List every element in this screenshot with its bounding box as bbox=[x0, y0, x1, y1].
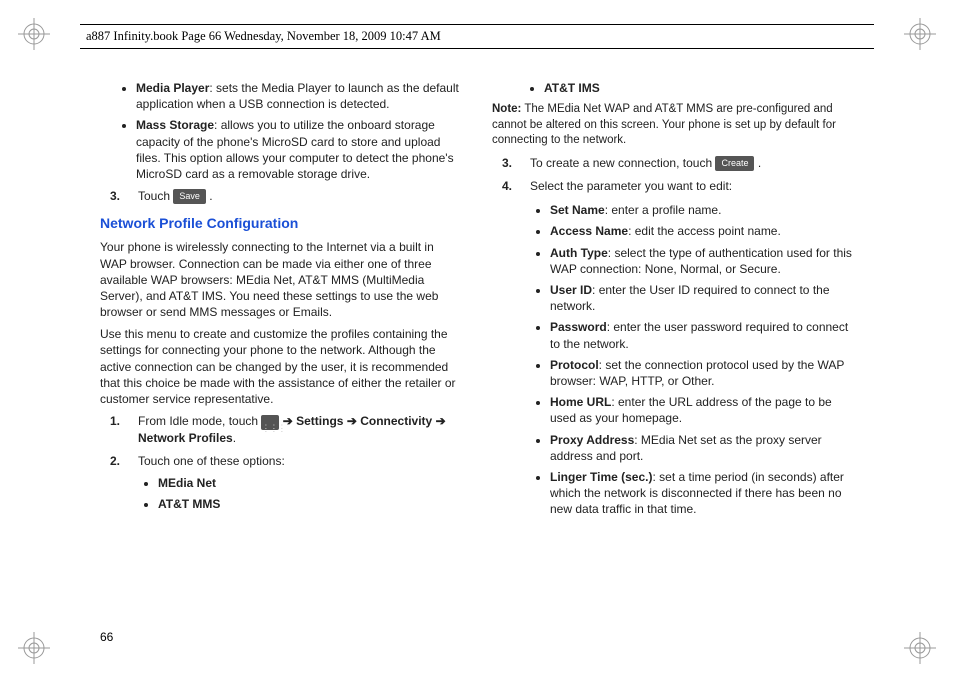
step-text: From Idle mode, touch bbox=[138, 414, 261, 428]
nav-connectivity: Connectivity bbox=[360, 414, 432, 428]
create-softkey-icon: Create bbox=[715, 156, 754, 171]
step-text: To create a new connection, touch bbox=[530, 156, 715, 170]
step-text-end: . bbox=[758, 156, 761, 170]
nav-settings: Settings bbox=[296, 414, 343, 428]
section-heading: Network Profile Configuration bbox=[100, 214, 462, 233]
menu-grid-icon bbox=[261, 415, 279, 430]
list-item: Media Player: sets the Media Player to l… bbox=[136, 80, 462, 112]
list-item: Set Name: enter a profile name. bbox=[550, 202, 854, 218]
body-paragraph: Your phone is wirelessly connecting to t… bbox=[100, 239, 462, 320]
left-column: Media Player: sets the Media Player to l… bbox=[100, 80, 462, 652]
registration-mark-icon bbox=[18, 18, 50, 50]
list-item: MEdia Net bbox=[158, 475, 462, 491]
list-item: Mass Storage: allows you to utilize the … bbox=[136, 117, 462, 182]
step-item: 2. Touch one of these options: MEdia Net… bbox=[110, 453, 462, 513]
list-item: Home URL: enter the URL address of the p… bbox=[550, 394, 854, 426]
list-item: Access Name: edit the access point name. bbox=[550, 223, 854, 239]
registration-mark-icon bbox=[904, 18, 936, 50]
list-item: User ID: enter the User ID required to c… bbox=[550, 282, 854, 314]
step-text: Touch bbox=[138, 189, 173, 203]
usb-options-list: Media Player: sets the Media Player to l… bbox=[100, 80, 462, 182]
step-item: 3. Touch Save . bbox=[110, 188, 462, 204]
nav-network-profiles: Network Profiles bbox=[138, 431, 233, 445]
step-item: 3. To create a new connection, touch Cre… bbox=[502, 155, 854, 171]
step-item: 1. From Idle mode, touch ➔ Settings ➔ Co… bbox=[110, 413, 462, 446]
step-item: 4. Select the parameter you want to edit… bbox=[502, 178, 854, 517]
step-number: 3. bbox=[502, 155, 512, 171]
arrow-icon: ➔ bbox=[347, 414, 360, 428]
step-number: 4. bbox=[502, 178, 512, 194]
save-softkey-icon: Save bbox=[173, 189, 206, 204]
step-text: Select the parameter you want to edit: bbox=[530, 179, 732, 193]
list-item: Auth Type: select the type of authentica… bbox=[550, 245, 854, 277]
list-item: AT&T IMS bbox=[544, 80, 854, 96]
list-item: AT&T MMS bbox=[158, 496, 462, 512]
step-number: 1. bbox=[110, 413, 120, 429]
page-header: a887 Infinity.book Page 66 Wednesday, No… bbox=[80, 24, 874, 49]
parameter-list: Set Name: enter a profile name. Access N… bbox=[530, 202, 854, 517]
note-block: Note: The MEdia Net WAP and AT&T MMS are… bbox=[492, 102, 854, 149]
list-item: Password: enter the user password requir… bbox=[550, 319, 854, 351]
page-number: 66 bbox=[100, 630, 113, 644]
right-column: AT&T IMS Note: The MEdia Net WAP and AT&… bbox=[492, 80, 854, 652]
step-number: 2. bbox=[110, 453, 120, 469]
note-text: The MEdia Net WAP and AT&T MMS are pre-c… bbox=[492, 103, 836, 146]
step-text: Touch one of these options: bbox=[138, 454, 285, 468]
body-paragraph: Use this menu to create and customize th… bbox=[100, 326, 462, 407]
step-number: 3. bbox=[110, 188, 120, 204]
list-item: Linger Time (sec.): set a time period (i… bbox=[550, 469, 854, 518]
arrow-icon: ➔ bbox=[436, 414, 446, 428]
list-item: Protocol: set the connection protocol us… bbox=[550, 357, 854, 389]
term: Media Player bbox=[136, 81, 209, 95]
term: Mass Storage bbox=[136, 118, 214, 132]
step-text-end: . bbox=[209, 189, 212, 203]
list-item: Proxy Address: MEdia Net set as the prox… bbox=[550, 432, 854, 464]
note-label: Note: bbox=[492, 103, 521, 115]
